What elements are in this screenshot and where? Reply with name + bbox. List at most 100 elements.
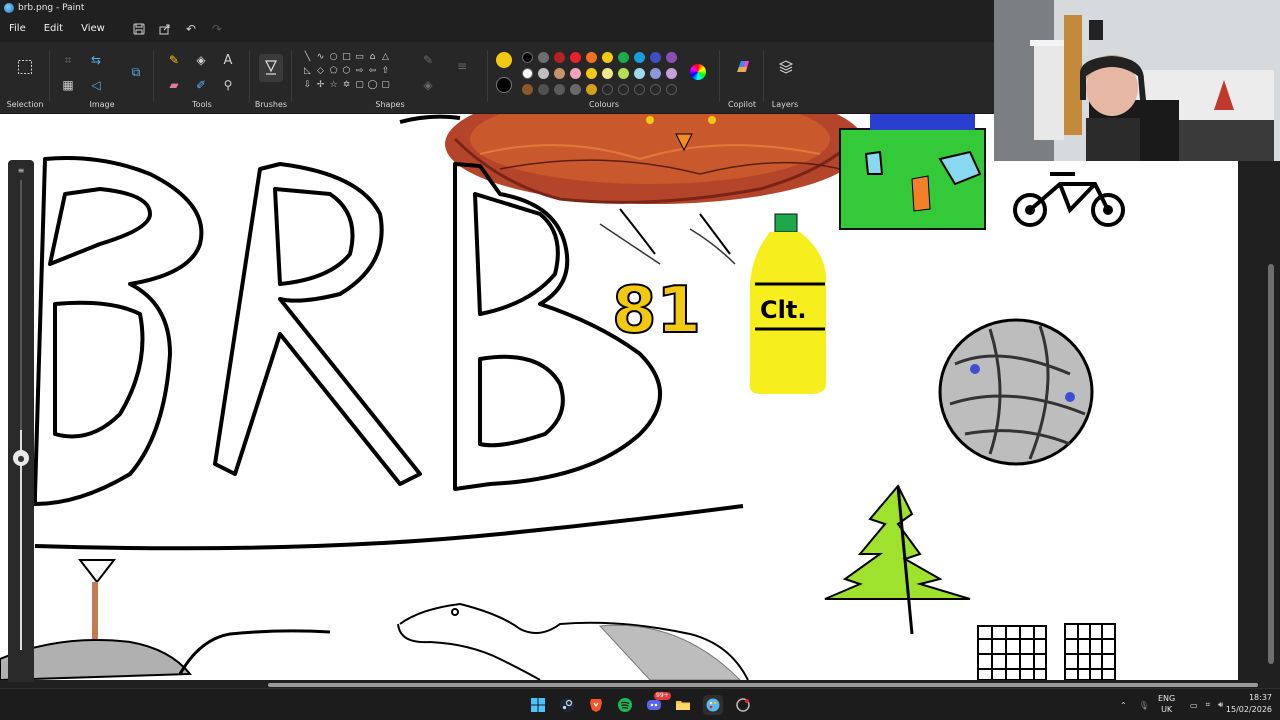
colour-swatch[interactable] — [554, 84, 565, 95]
colour-swatch[interactable] — [586, 52, 597, 63]
arrow-right-shape-icon[interactable]: ⇨ — [353, 64, 366, 78]
save-icon[interactable] — [126, 16, 152, 42]
brush-size-slider[interactable]: ≡ ● — [8, 160, 34, 686]
buildings-drawing — [977, 623, 1116, 680]
colour-swatch[interactable] — [602, 68, 613, 79]
hexagon-shape-icon[interactable]: ⬡ — [340, 64, 353, 78]
colour-swatch[interactable] — [570, 84, 581, 95]
undo-icon[interactable]: ↶ — [178, 16, 204, 42]
callout-rect-shape-icon[interactable]: ▢ — [353, 78, 366, 92]
secondary-colour-swatch[interactable] — [496, 77, 512, 93]
colour-swatch[interactable] — [538, 68, 549, 79]
menu-file[interactable]: File — [0, 16, 35, 42]
shape-fill-icon[interactable]: ◈ — [418, 75, 438, 95]
steam-icon[interactable] — [557, 695, 577, 715]
colour-swatch[interactable] — [570, 52, 581, 63]
colour-swatch[interactable] — [522, 52, 533, 63]
image-edit-icon[interactable]: ⧉ — [126, 62, 146, 82]
menu-edit[interactable]: Edit — [35, 16, 72, 42]
color-picker-icon[interactable]: ✐ — [191, 75, 211, 95]
colour-swatch[interactable] — [554, 68, 565, 79]
crop-icon[interactable]: ⌗ — [58, 50, 78, 70]
brush-icon[interactable] — [259, 54, 283, 82]
windows-start-icon[interactable] — [528, 695, 548, 715]
arrow-left-shape-icon[interactable]: ⇦ — [366, 64, 379, 78]
resize-icon[interactable]: ⇆ — [86, 50, 106, 70]
right-triangle-shape-icon[interactable]: ◺ — [301, 64, 314, 78]
select-all-icon[interactable]: ▦ — [58, 75, 78, 95]
colour-swatch[interactable] — [618, 52, 629, 63]
file-explorer-icon[interactable] — [673, 695, 693, 715]
oval-shape-icon[interactable]: ○ — [327, 50, 340, 64]
share-icon[interactable] — [152, 16, 178, 42]
colour-swatch[interactable] — [586, 68, 597, 79]
arrow-up-shape-icon[interactable]: ⇧ — [379, 64, 392, 78]
colour-swatch[interactable] — [602, 84, 613, 95]
polygon-shape-icon[interactable]: ⌂ — [366, 50, 379, 64]
microphone-icon[interactable]: 🎙︎ — [1133, 701, 1155, 710]
eraser-icon[interactable]: ▰ — [164, 75, 184, 95]
redo-icon[interactable]: ↷ — [204, 16, 230, 42]
colour-swatch[interactable] — [522, 68, 533, 79]
layers-icon[interactable] — [775, 56, 797, 78]
arrow-down-shape-icon[interactable]: ⇩ — [301, 78, 314, 92]
colour-swatch[interactable] — [666, 68, 677, 79]
colour-swatch[interactable] — [570, 68, 581, 79]
rectangle-shape-icon[interactable]: □ — [340, 50, 353, 64]
drawing-canvas[interactable]: 81 Clt. — [0, 114, 1238, 680]
six-point-star-shape-icon[interactable]: ✡ — [340, 78, 353, 92]
clock[interactable]: 18:37 15/02/2026 — [1226, 692, 1272, 716]
show-hidden-icons-icon[interactable]: ⌃ — [1114, 701, 1133, 710]
copilot-icon[interactable] — [732, 56, 754, 78]
colour-swatch[interactable] — [538, 84, 549, 95]
colour-swatch[interactable] — [602, 52, 613, 63]
horizontal-scrollbar[interactable] — [268, 683, 1258, 687]
language-indicator[interactable]: ENG UK — [1158, 693, 1175, 715]
shapes-gallery[interactable]: ╲ ∿ ○ □ ▭ ⌂ △ ◺ ◇ ⬠ ⬡ ⇨ ⇦ ⇧ ⇩ ✢ ☆ ✡ ▢ ◯ … — [301, 50, 407, 94]
colour-swatch[interactable] — [618, 68, 629, 79]
capture-tool-icon[interactable] — [733, 695, 753, 715]
paint-taskbar-icon[interactable] — [703, 695, 723, 715]
brush-size-thumb[interactable]: ● — [13, 450, 29, 466]
selection-rectangle-icon[interactable] — [14, 56, 36, 78]
colour-swatch[interactable] — [538, 52, 549, 63]
colour-swatch[interactable] — [650, 84, 661, 95]
curve-shape-icon[interactable]: ∿ — [314, 50, 327, 64]
colour-swatch[interactable] — [634, 68, 645, 79]
edit-colours-icon[interactable] — [690, 64, 706, 80]
five-point-star-shape-icon[interactable]: ☆ — [327, 78, 340, 92]
colour-swatch[interactable] — [618, 84, 629, 95]
spotify-icon[interactable] — [615, 695, 635, 715]
pencil-icon[interactable]: ✎ — [164, 50, 184, 70]
colour-swatch[interactable] — [554, 52, 565, 63]
discord-icon[interactable]: 99+ — [644, 692, 671, 715]
text-tool-icon[interactable]: A — [218, 50, 238, 70]
brushes-label: Brushes — [254, 100, 288, 109]
colour-swatch[interactable] — [666, 52, 677, 63]
menu-view[interactable]: View — [72, 16, 114, 42]
vertical-scrollbar[interactable] — [1268, 264, 1274, 664]
colour-swatch[interactable] — [634, 52, 645, 63]
status-icons[interactable]: ▭ ⌗ 🔊︎ — [1186, 689, 1227, 720]
line-shape-icon[interactable]: ╲ — [301, 50, 314, 64]
colour-swatch[interactable] — [666, 84, 677, 95]
triangle-shape-icon[interactable]: △ — [379, 50, 392, 64]
callout-cloud-shape-icon[interactable]: ▢ — [379, 78, 392, 92]
magnifier-icon[interactable]: ⚲ — [218, 75, 238, 95]
colour-swatch[interactable] — [650, 68, 661, 79]
rounded-rect-shape-icon[interactable]: ▭ — [353, 50, 366, 64]
four-point-star-shape-icon[interactable]: ✢ — [314, 78, 327, 92]
pentagon-shape-icon[interactable]: ⬠ — [327, 64, 340, 78]
outline-icon[interactable]: ✎ — [418, 50, 438, 70]
callout-oval-shape-icon[interactable]: ◯ — [366, 78, 379, 92]
brave-browser-icon[interactable] — [586, 695, 606, 715]
fill-icon[interactable]: ◈ — [191, 50, 211, 70]
colour-swatch[interactable] — [522, 84, 533, 95]
colour-swatch[interactable] — [650, 52, 661, 63]
colour-swatch[interactable] — [634, 84, 645, 95]
primary-colour-swatch[interactable] — [496, 52, 512, 68]
colour-swatch[interactable] — [586, 84, 597, 95]
shape-size-icon[interactable]: ≡ — [452, 56, 472, 76]
rotate-icon[interactable]: ◁ — [86, 75, 106, 95]
diamond-shape-icon[interactable]: ◇ — [314, 64, 327, 78]
